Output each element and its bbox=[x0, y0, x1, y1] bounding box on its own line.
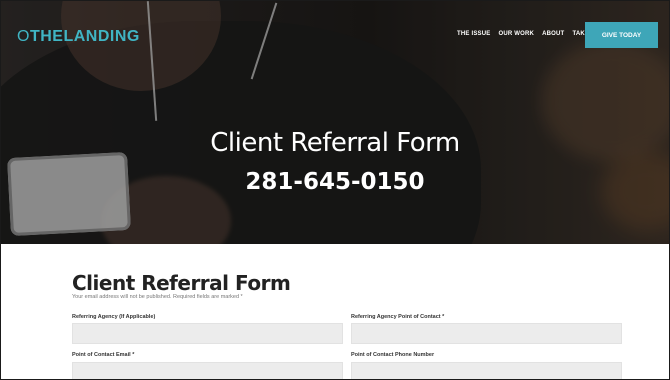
nav-item-the-issue[interactable]: THE ISSUE bbox=[457, 31, 490, 37]
browser-frame: OTHELANDING THE ISSUE OUR WORK ABOUT TAK… bbox=[0, 0, 670, 380]
hero-title: Client Referral Form bbox=[210, 128, 460, 158]
give-today-button[interactable]: GIVE TODAY bbox=[585, 22, 658, 48]
site-logo[interactable]: OTHELANDING bbox=[17, 28, 140, 46]
form-required-note: Your email address will not be published… bbox=[72, 294, 243, 300]
top-nav: OTHELANDING THE ISSUE OUR WORK ABOUT TAK… bbox=[1, 1, 669, 63]
field-label-agency-contact: Referring Agency Point of Contact * bbox=[351, 314, 445, 320]
contact-phone-input[interactable] bbox=[351, 362, 622, 379]
agency-contact-input[interactable] bbox=[351, 323, 622, 344]
referring-agency-input[interactable] bbox=[72, 323, 343, 344]
hero-banner: OTHELANDING THE ISSUE OUR WORK ABOUT TAK… bbox=[1, 1, 669, 244]
nav-item-about[interactable]: ABOUT bbox=[542, 31, 564, 37]
form-title: Client Referral Form bbox=[72, 271, 291, 295]
logo-text: THELANDING bbox=[29, 28, 140, 45]
hero-phone-number[interactable]: 281-645-0150 bbox=[1, 169, 669, 195]
contact-email-input[interactable] bbox=[72, 362, 343, 379]
field-label-contact-phone: Point of Contact Phone Number bbox=[351, 352, 435, 358]
field-label-contact-email: Point of Contact Email * bbox=[72, 352, 135, 358]
nav-item-our-work[interactable]: OUR WORK bbox=[498, 31, 534, 37]
logo-prefix: O bbox=[17, 28, 30, 45]
field-label-referring-agency: Referring Agency (If Applicable) bbox=[72, 314, 156, 320]
